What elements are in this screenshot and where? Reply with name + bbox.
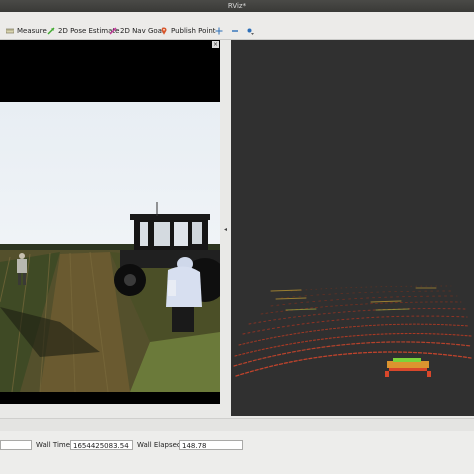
window-title: RViz*: [227, 2, 247, 10]
move-camera-button[interactable]: [215, 25, 223, 37]
close-icon: ×: [212, 41, 219, 48]
status-bar: [0, 418, 474, 431]
wall-time-label: Wall Time:: [36, 441, 73, 449]
wall-elapsed-field[interactable]: 148.78: [179, 440, 243, 450]
nav-goal-tool-label: 2D Nav Goal: [120, 27, 164, 35]
measure-tool-button[interactable]: Measure: [6, 25, 47, 37]
time-panel: Wall Time: 1654425083.54 Wall Elapsed: 1…: [0, 431, 474, 474]
splitter-arrow-icon: ◂: [224, 226, 228, 233]
toolbar: Measure 2D Pose Estimate 2D Nav Goal Pub…: [0, 23, 474, 40]
panel-splitter[interactable]: ◂: [221, 40, 230, 416]
pink-arrow-icon: [109, 27, 117, 35]
ros-time-field[interactable]: [0, 440, 32, 450]
map-pin-icon: [161, 27, 167, 35]
nav-goal-tool-button[interactable]: 2D Nav Goal: [109, 25, 164, 37]
wall-time-field[interactable]: 1654425083.54: [70, 440, 133, 450]
move-camera-icon: [215, 27, 223, 35]
view-options-icon: [247, 28, 254, 35]
zoom-out-button[interactable]: [231, 25, 239, 37]
camera-image-panel[interactable]: [0, 40, 220, 404]
wall-elapsed-label: Wall Elapsed:: [137, 441, 184, 449]
point-cloud-view: [231, 40, 474, 416]
publish-point-tool-button[interactable]: Publish Point: [160, 25, 216, 37]
publish-point-tool-label: Publish Point: [171, 27, 216, 35]
window-titlebar: RViz*: [0, 0, 474, 12]
panel-close-button[interactable]: ×: [212, 41, 219, 48]
view-options-button[interactable]: [246, 25, 254, 37]
zoom-out-icon: [232, 30, 238, 32]
camera-image: [0, 102, 220, 392]
ruler-icon: [6, 28, 14, 34]
3d-view-panel[interactable]: [231, 40, 474, 416]
green-arrow-icon: [47, 27, 55, 35]
measure-tool-label: Measure: [17, 27, 47, 35]
